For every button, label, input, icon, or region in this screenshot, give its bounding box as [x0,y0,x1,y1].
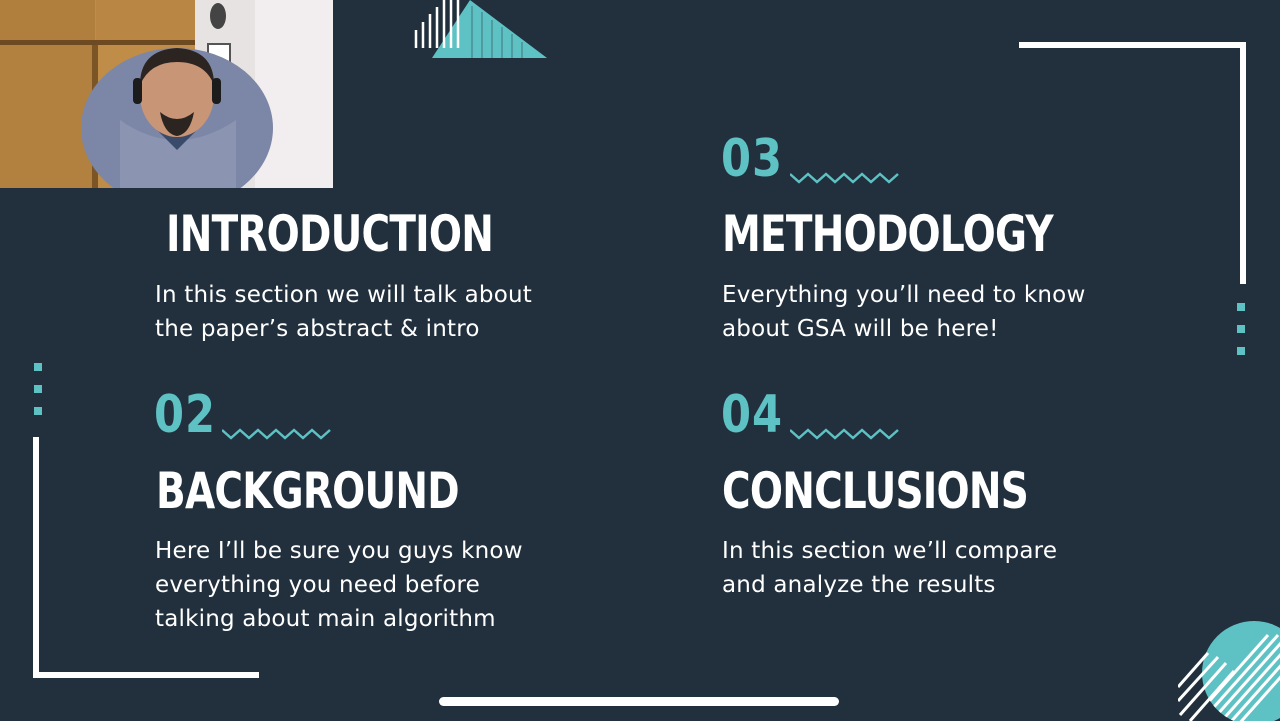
section-3-line-1: Everything you’ll need to know [722,282,1086,308]
section-4-description: In this section we’ll compare and analyz… [722,534,1182,602]
section-3-title: METHODOLOGY [722,205,1054,263]
dots-right [1237,303,1245,369]
section-1-line-1: In this section we will talk about [155,282,532,308]
zigzag-icon [222,428,331,440]
zigzag-icon [790,428,899,440]
frame-top-right-horizontal [1019,42,1246,48]
section-4-line-1: In this section we’ll compare [722,538,1058,564]
dots-left [34,363,42,429]
section-4-number: 04 [721,384,784,446]
section-2-line-1: Here I’ll be sure you guys know [155,538,523,564]
section-3-number: 03 [721,128,784,190]
frame-top-right-vertical [1240,42,1246,284]
section-1-title: INTRODUCTION [166,205,494,263]
section-1-description: In this section we will talk about the p… [155,278,615,346]
home-indicator[interactable] [439,697,839,706]
webcam-video [0,0,333,188]
section-4-title: CONCLUSIONS [722,462,1029,520]
section-2-description: Here I’ll be sure you guys know everythi… [155,534,615,636]
section-2-title: BACKGROUND [156,462,460,520]
frame-bottom-left-horizontal [33,672,259,678]
triangle-decoration [414,0,547,58]
section-1-line-2: the paper’s abstract & intro [155,316,480,342]
section-3-description: Everything you’ll need to know about GSA… [722,278,1182,346]
circle-decoration [1178,621,1280,721]
section-4-line-2: and analyze the results [722,572,996,598]
section-2-number: 02 [154,384,217,446]
section-2-line-2: everything you need before [155,572,481,598]
section-3-line-2: about GSA will be here! [722,316,999,342]
zigzag-icon [790,172,899,184]
frame-bottom-left-vertical [33,437,39,678]
section-2-line-3: talking about main algorithm [155,606,496,632]
